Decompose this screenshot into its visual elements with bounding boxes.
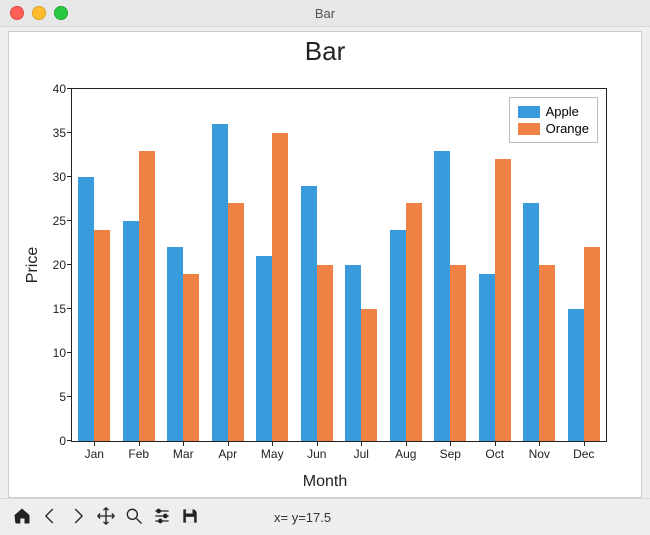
y-tick-label: 15 <box>53 302 66 316</box>
x-tick-label: Jul <box>354 447 369 461</box>
titlebar: Bar <box>0 0 650 27</box>
y-tick-label: 30 <box>53 170 66 184</box>
bar-apple <box>434 151 450 441</box>
y-tick-mark <box>67 352 72 353</box>
bar-apple <box>123 221 139 441</box>
x-axis-label: Month <box>9 473 641 491</box>
home-icon <box>12 506 32 529</box>
x-tick-mark <box>183 441 184 446</box>
x-tick-mark <box>272 441 273 446</box>
bar-orange <box>539 265 555 441</box>
x-tick-label: Nov <box>529 447 550 461</box>
x-tick-label: Apr <box>218 447 237 461</box>
legend-label: Orange <box>546 121 589 136</box>
y-tick-label: 20 <box>53 258 66 272</box>
x-tick-label: Jan <box>85 447 104 461</box>
axes-area: AppleOrange 0510152025303540JanFebMarApr… <box>71 88 607 442</box>
back-icon <box>40 506 60 529</box>
x-tick-mark <box>94 441 95 446</box>
bar-orange <box>450 265 466 441</box>
home-button[interactable] <box>8 503 36 531</box>
legend-item: Apple <box>518 104 589 119</box>
bar-orange <box>495 159 511 441</box>
y-tick-mark <box>67 132 72 133</box>
y-tick-mark <box>67 396 72 397</box>
bar-orange <box>183 274 199 441</box>
back-button[interactable] <box>36 503 64 531</box>
bar-apple <box>167 247 183 441</box>
legend-swatch <box>518 106 540 118</box>
x-tick-label: Sep <box>440 447 461 461</box>
legend-item: Orange <box>518 121 589 136</box>
bar-orange <box>584 247 600 441</box>
x-tick-mark <box>139 441 140 446</box>
bar-apple <box>301 186 317 441</box>
y-tick-mark <box>67 264 72 265</box>
bar-orange <box>94 230 110 441</box>
y-tick-mark <box>67 88 72 89</box>
app-window: Bar Bar Price Month Apple Orange 0 5 10 15 20… <box>0 0 650 535</box>
forward-icon <box>68 506 88 529</box>
forward-button[interactable] <box>64 503 92 531</box>
legend-swatch <box>518 123 540 135</box>
bar-apple <box>568 309 584 441</box>
y-tick-label: 35 <box>53 126 66 140</box>
x-tick-mark <box>361 441 362 446</box>
y-tick-label: 10 <box>53 346 66 360</box>
bar-orange <box>406 203 422 441</box>
chart-title: Bar <box>9 36 641 67</box>
bar-orange <box>272 133 288 441</box>
x-tick-mark <box>495 441 496 446</box>
bar-apple <box>345 265 361 441</box>
y-tick-label: 5 <box>59 390 66 404</box>
x-tick-label: Mar <box>173 447 194 461</box>
x-tick-mark <box>584 441 585 446</box>
bar-apple <box>523 203 539 441</box>
legend-label: Apple <box>546 104 579 119</box>
window-title: Bar <box>0 6 650 21</box>
legend: Apple Orange <box>509 97 598 143</box>
y-tick-label: 25 <box>53 214 66 228</box>
bar-apple <box>212 124 228 441</box>
x-tick-mark <box>406 441 407 446</box>
bar-orange <box>228 203 244 441</box>
x-tick-label: Jun <box>307 447 326 461</box>
zoom-button[interactable] <box>120 503 148 531</box>
y-tick-mark <box>67 176 72 177</box>
x-tick-label: Oct <box>485 447 504 461</box>
y-tick-label: 0 <box>59 434 66 448</box>
bar-apple <box>256 256 272 441</box>
bar-orange <box>361 309 377 441</box>
y-tick-mark <box>67 308 72 309</box>
bar-apple <box>78 177 94 441</box>
bar-orange <box>139 151 155 441</box>
x-tick-label: Aug <box>395 447 416 461</box>
toolbar: x= y=17.5 <box>0 498 650 535</box>
y-tick-mark <box>67 220 72 221</box>
x-tick-label: May <box>261 447 284 461</box>
configure-button[interactable] <box>148 503 176 531</box>
save-icon <box>180 506 200 529</box>
zoom-icon <box>124 506 144 529</box>
pan-button[interactable] <box>92 503 120 531</box>
x-tick-mark <box>539 441 540 446</box>
sliders-icon <box>152 506 172 529</box>
y-tick-mark <box>67 440 72 441</box>
bar-apple <box>479 274 495 441</box>
save-button[interactable] <box>176 503 204 531</box>
x-tick-label: Feb <box>128 447 149 461</box>
x-tick-label: Dec <box>573 447 594 461</box>
y-axis-label: Price <box>24 246 42 282</box>
plot-container: Bar Price Month Apple Orange 0 5 10 15 20 25 30… <box>0 27 650 498</box>
x-tick-mark <box>317 441 318 446</box>
y-tick-label: 40 <box>53 82 66 96</box>
x-tick-mark <box>228 441 229 446</box>
bar-apple <box>390 230 406 441</box>
x-tick-mark <box>450 441 451 446</box>
move-icon <box>96 506 116 529</box>
cursor-status: x= y=17.5 <box>274 510 331 525</box>
plot-canvas[interactable]: Bar Price Month Apple Orange 0 5 10 15 20 25 30… <box>8 31 642 498</box>
bar-orange <box>317 265 333 441</box>
